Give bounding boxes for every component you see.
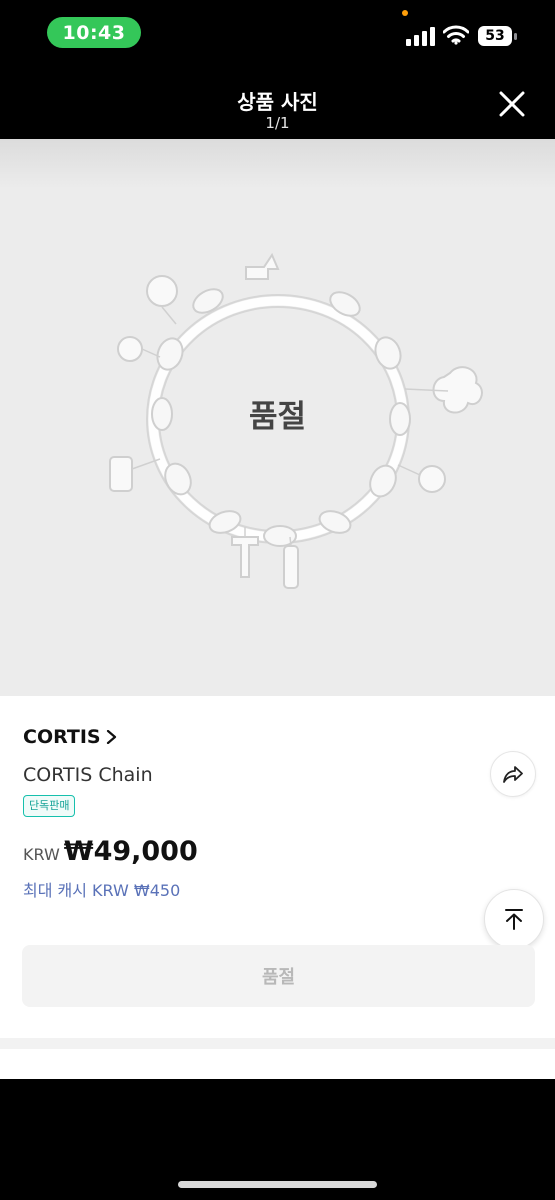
battery-icon: 53 (478, 26, 518, 48)
photo-viewer-header: 상품 사진 1/1 (0, 68, 555, 139)
brand-name: CORTIS (23, 726, 101, 748)
price-value: ₩49,000 (63, 836, 198, 867)
privacy-indicator (402, 10, 408, 16)
page-title: 상품 사진 (237, 90, 318, 114)
status-bar: 10:43 53 (0, 0, 555, 68)
soldout-button[interactable]: 품절 (22, 945, 535, 1007)
soldout-overlay-label: 품절 (248, 399, 307, 435)
price-row: KRW ₩49,000 (23, 836, 198, 867)
scroll-to-top-button[interactable] (484, 889, 544, 949)
photo-counter: 1/1 (265, 114, 290, 132)
signal-icon (406, 27, 435, 46)
next-section (0, 1049, 555, 1079)
price-currency: KRW (23, 845, 60, 864)
chevron-right-icon (106, 730, 116, 744)
cash-reward: 최대 캐시 KRW ₩450 (23, 881, 181, 900)
share-button[interactable] (490, 751, 536, 797)
product-info-panel: CORTIS CORTIS Chain 단독판매 KRW ₩49,000 최대 … (0, 696, 555, 1038)
product-name: CORTIS Chain (23, 764, 153, 786)
home-indicator[interactable] (178, 1181, 377, 1188)
arrow-up-icon (505, 909, 523, 930)
exclusive-badge: 단독판매 (23, 795, 76, 817)
product-photo[interactable]: 품절 (0, 139, 555, 696)
battery-level: 53 (478, 26, 512, 46)
wifi-icon (443, 25, 469, 45)
share-icon (503, 766, 523, 783)
close-icon[interactable] (494, 86, 530, 122)
section-divider (0, 1038, 555, 1049)
brand-link[interactable]: CORTIS (23, 726, 117, 748)
status-time: 10:43 (47, 17, 141, 48)
